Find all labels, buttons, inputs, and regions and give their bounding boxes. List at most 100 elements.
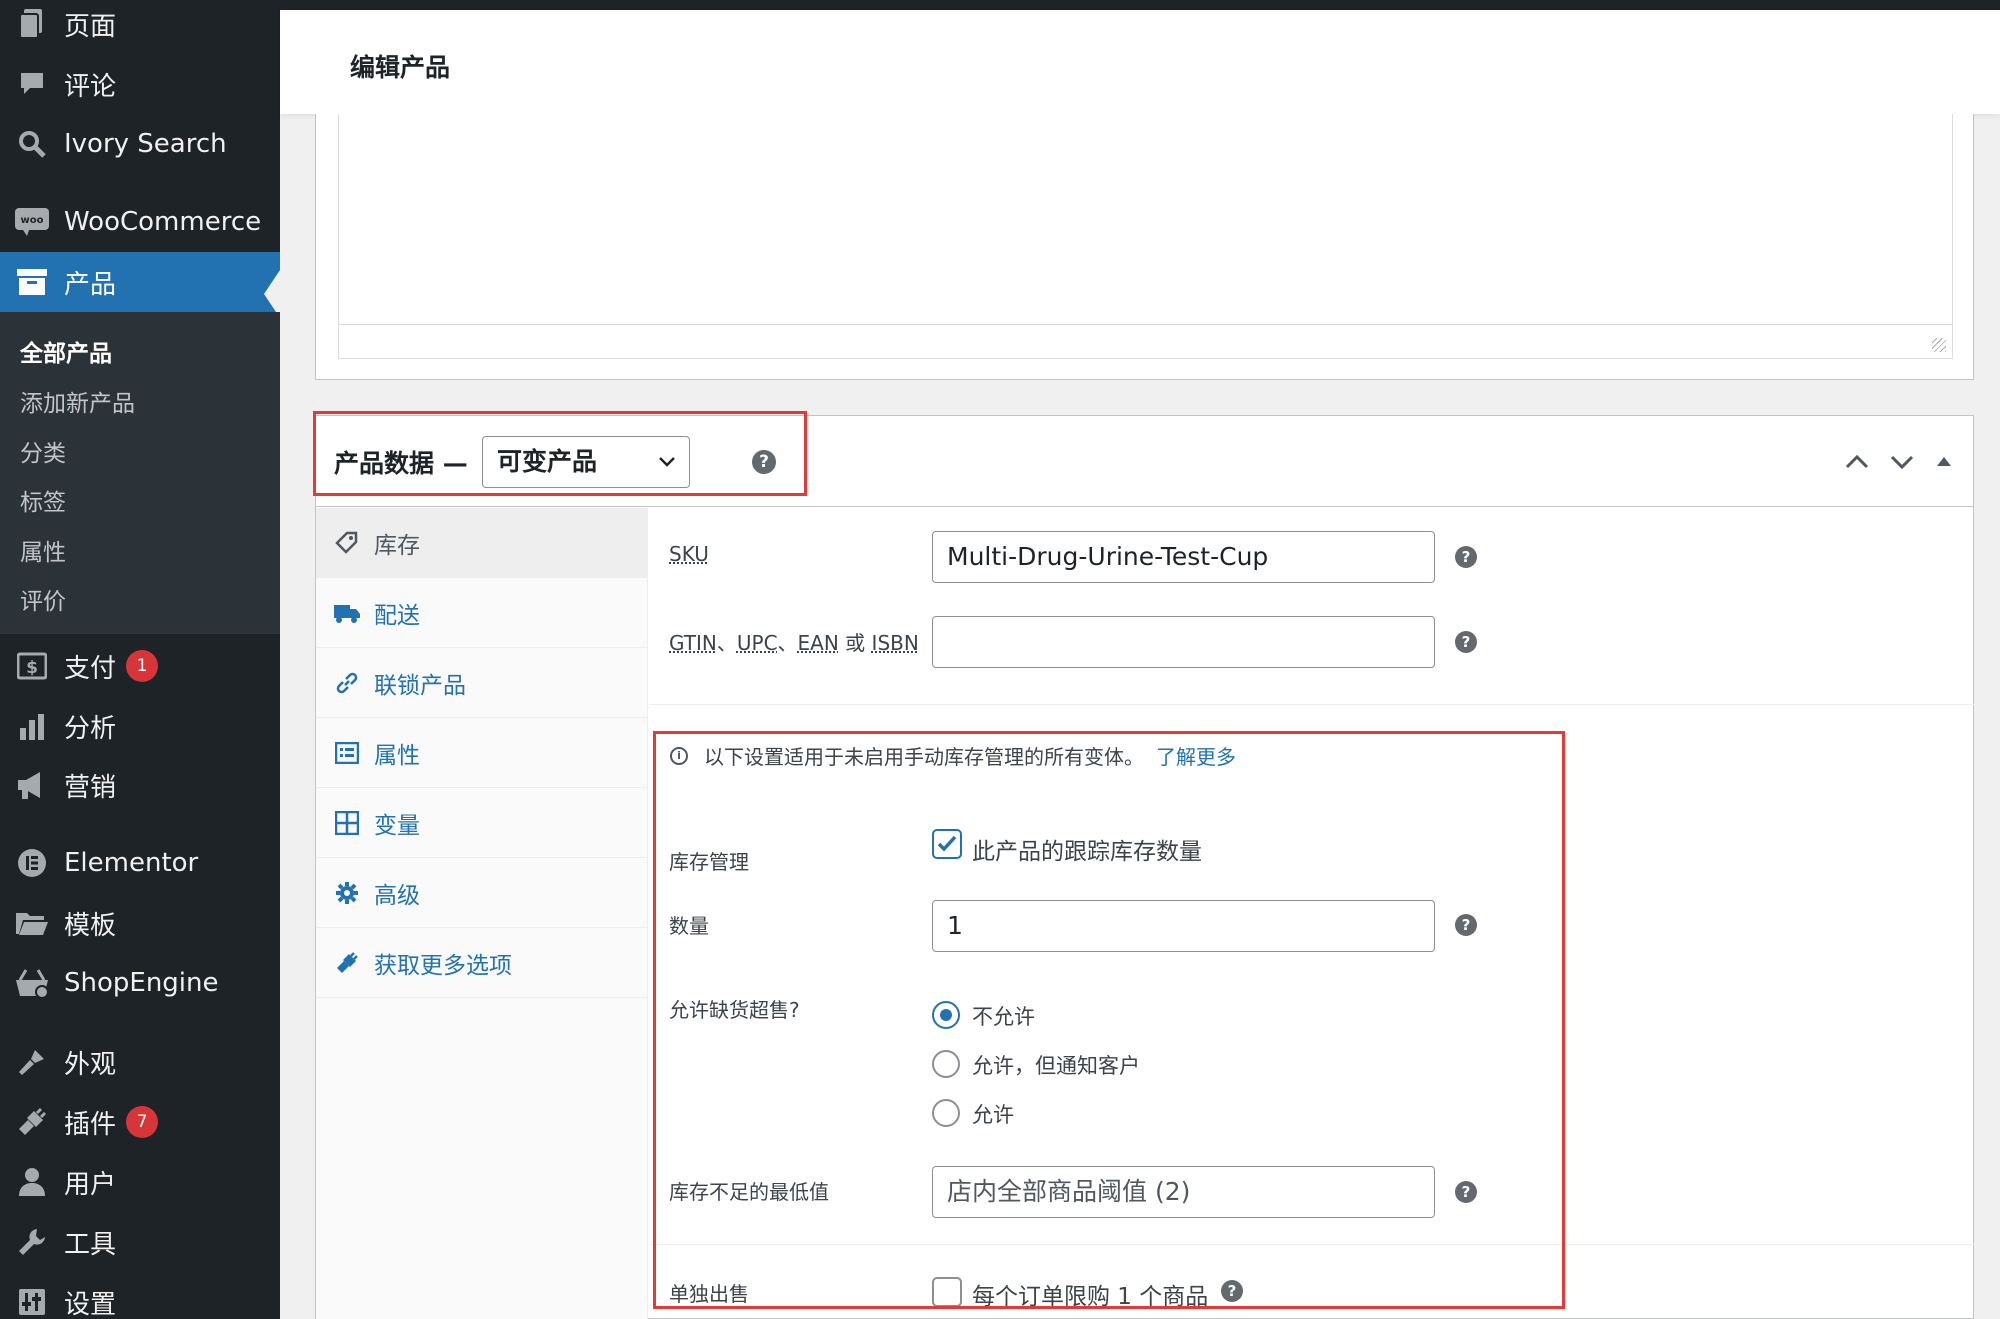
menu-item-label: WooCommerce: [64, 207, 262, 237]
tab-label: 联锁产品: [374, 672, 466, 699]
menu-item-label: Ivory Search: [64, 129, 227, 159]
menu-item-marketing[interactable]: 营销: [0, 755, 280, 815]
menu-item-ivory-search[interactable]: Ivory Search: [0, 114, 280, 174]
submenu-add-new-product[interactable]: 添加新产品: [20, 384, 135, 418]
menu-item-label: ShopEngine: [64, 968, 219, 998]
isbn-abbr: ISBN: [871, 631, 919, 655]
tab-attributes[interactable]: 属性: [316, 718, 648, 788]
user-icon: [12, 1162, 52, 1202]
megaphone-icon: [12, 765, 52, 805]
highlight-box-inventory: [653, 731, 1565, 1309]
sku-label: SKU: [669, 542, 709, 566]
menu-item-label: 营销: [64, 772, 117, 803]
gtin-input[interactable]: [932, 616, 1435, 668]
menu-item-analytics[interactable]: 分析: [0, 696, 280, 756]
editor-status-bar: [339, 324, 1952, 358]
tab-inventory[interactable]: 库存: [316, 508, 648, 578]
menu-item-products[interactable]: 产品: [0, 252, 280, 318]
menu-item-label: 插件: [64, 1109, 117, 1140]
tab-label: 获取更多选项: [374, 952, 512, 979]
gear-icon: [334, 880, 360, 906]
menu-item-label: 页面: [64, 11, 117, 42]
description-editor: [315, 114, 1974, 380]
menu-item-pages[interactable]: 页面: [0, 0, 280, 54]
gtin-abbr: GTIN: [669, 631, 717, 655]
svg-text:woo: woo: [21, 215, 44, 226]
chart-bar-icon: [12, 706, 52, 746]
submenu-tags[interactable]: 标签: [20, 483, 66, 517]
page-title: 编辑产品: [350, 53, 451, 82]
tab-variations[interactable]: 变量: [316, 788, 648, 858]
menu-item-settings[interactable]: 设置: [0, 1272, 280, 1319]
menu-item-woocommerce[interactable]: woo WooCommerce: [0, 192, 280, 252]
menu-item-label: 模板: [64, 910, 117, 941]
divider: [649, 704, 1974, 705]
menu-item-plugins[interactable]: 插件 7: [0, 1092, 280, 1152]
folder-icon: [12, 903, 52, 943]
menu-item-elementor[interactable]: Elementor: [0, 833, 280, 893]
move-down-icon[interactable]: [1886, 446, 1918, 478]
menu-item-label: 评论: [64, 71, 117, 102]
separator: 、: [777, 631, 798, 655]
menu-item-tools[interactable]: 工具: [0, 1212, 280, 1272]
submenu-categories[interactable]: 分类: [20, 434, 66, 468]
notification-badge: 1: [126, 650, 159, 682]
list-icon: [334, 740, 360, 766]
highlight-box-product-type: [313, 411, 807, 496]
menu-item-label: 用户: [64, 1169, 117, 1200]
menu-item-label: 支付: [64, 653, 117, 684]
grid-icon: [334, 810, 360, 836]
archive-icon: [12, 262, 52, 302]
tab-get-more-options[interactable]: 获取更多选项: [316, 928, 648, 998]
submenu-attributes[interactable]: 属性: [20, 533, 66, 567]
separator: 或: [838, 631, 872, 655]
menu-item-shopengine[interactable]: ShopEngine: [0, 953, 280, 1013]
active-indicator: [264, 270, 280, 318]
elementor-icon: [12, 843, 52, 883]
payment-icon: $: [12, 646, 52, 686]
plug-icon: [334, 950, 360, 976]
menu-item-label: 设置: [64, 1289, 117, 1319]
tab-label: 库存: [374, 532, 420, 559]
menu-item-payments[interactable]: $ 支付 1: [0, 636, 280, 696]
collapse-toggle-icon[interactable]: [1928, 446, 1960, 478]
product-data-tabs: 库存 配送 联锁产品 属性 变量 高级 获取更多选项: [316, 508, 648, 1319]
basket-icon: [12, 963, 52, 1003]
products-submenu: 全部产品 添加新产品 分类 标签 属性 评价: [0, 312, 280, 634]
tab-label: 高级: [374, 882, 420, 909]
separator: 、: [716, 631, 737, 655]
plugin-icon: [12, 1102, 52, 1142]
upc-abbr: UPC: [736, 631, 778, 655]
tab-linked-products[interactable]: 联锁产品: [316, 648, 648, 718]
tab-label: 属性: [374, 742, 420, 769]
sku-input[interactable]: Multi-Drug-Urine-Test-Cup: [932, 531, 1435, 583]
menu-item-users[interactable]: 用户: [0, 1152, 280, 1212]
settings-icon: [12, 1282, 52, 1319]
comments-icon: [12, 64, 52, 104]
notification-badge: 7: [126, 1106, 159, 1138]
submenu-reviews[interactable]: 评价: [20, 582, 66, 616]
menu-item-comments[interactable]: 评论: [0, 54, 280, 114]
help-icon[interactable]: ?: [1455, 546, 1477, 568]
link-icon: [334, 670, 360, 696]
wrench-icon: [12, 1222, 52, 1262]
menu-item-label: 产品: [64, 269, 117, 300]
tab-advanced[interactable]: 高级: [316, 858, 648, 928]
help-icon[interactable]: ?: [1455, 631, 1477, 653]
tab-shipping[interactable]: 配送: [316, 578, 648, 648]
resize-handle-icon[interactable]: [1932, 338, 1946, 352]
ean-abbr: EAN: [797, 631, 839, 655]
editor-content-area[interactable]: [338, 114, 1953, 359]
menu-item-appearance[interactable]: 外观: [0, 1032, 280, 1092]
admin-sidebar: 页面 评论 Ivory Search woo WooCommerce 产品 全部…: [0, 0, 280, 1319]
tab-label: 变量: [374, 812, 420, 839]
search-icon: [12, 124, 52, 164]
submenu-all-products[interactable]: 全部产品: [20, 334, 112, 368]
gtin-label: GTIN、UPC、EAN 或 ISBN: [669, 627, 919, 656]
pages-icon: [12, 4, 52, 44]
admin-bar: [280, 0, 2000, 10]
truck-icon: [334, 600, 360, 626]
menu-item-templates[interactable]: 模板: [0, 893, 280, 953]
brush-icon: [12, 1042, 52, 1082]
move-up-icon[interactable]: [1841, 446, 1873, 478]
